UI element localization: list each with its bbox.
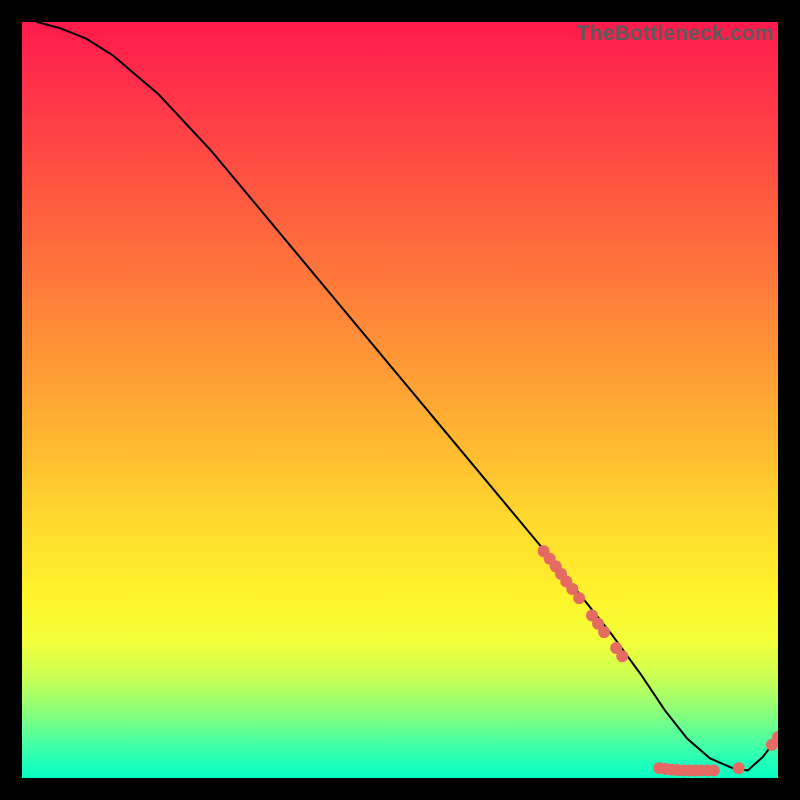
watermark-text: TheBottleneck.com xyxy=(577,22,774,46)
plot-area: TheBottleneck.com xyxy=(22,22,778,778)
bottleneck-curve xyxy=(37,22,778,770)
chart-root: TheBottleneck.com xyxy=(0,0,800,800)
data-point-markers xyxy=(538,545,778,776)
data-point xyxy=(708,764,720,776)
data-point xyxy=(733,762,745,774)
data-point xyxy=(616,650,628,662)
data-point xyxy=(598,626,610,638)
data-point xyxy=(573,592,585,604)
chart-svg xyxy=(22,22,778,778)
